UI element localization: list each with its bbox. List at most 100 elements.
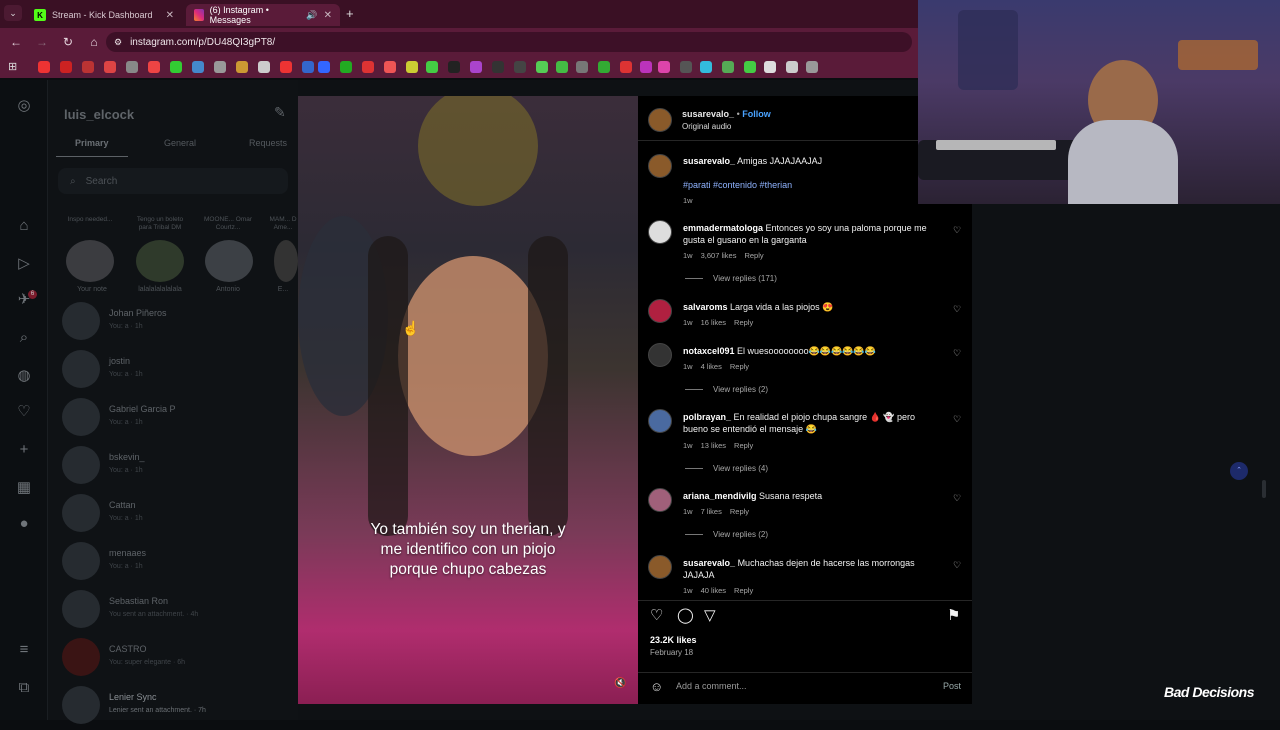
bookmark-icon[interactable] [104, 61, 116, 73]
bookmark-icon[interactable] [318, 61, 330, 73]
reply-button[interactable]: Reply [730, 362, 749, 371]
instagram-logo-icon[interactable]: ◎ [14, 96, 34, 116]
bookmark-icon[interactable] [340, 61, 352, 73]
view-replies-button[interactable]: View replies (4) [685, 464, 768, 473]
note-avatar[interactable] [136, 240, 184, 282]
bookmark-icon[interactable] [556, 61, 568, 73]
bookmark-icon[interactable] [384, 61, 396, 73]
note-avatar[interactable] [205, 240, 253, 282]
conversation-row[interactable]: Johan Piñeros You: a · 1h [62, 302, 292, 346]
home-icon[interactable]: ⌂ [84, 35, 104, 49]
heart-icon[interactable]: ♡ [953, 493, 961, 504]
close-icon[interactable]: ✕ [166, 10, 174, 21]
bookmark-icon[interactable] [514, 61, 526, 73]
conversation-row[interactable]: CASTRO You: super elegante · 6h [62, 638, 292, 682]
commenter-avatar[interactable] [648, 220, 672, 244]
comment-likes[interactable]: 13 likes [701, 441, 726, 450]
inbox-username[interactable]: luis_elcock [64, 107, 134, 122]
new-tab-button[interactable]: + [346, 6, 354, 21]
bookmark-icon[interactable] [620, 61, 632, 73]
bookmark-icon[interactable] [576, 61, 588, 73]
apps-grid-icon[interactable]: ⊞ [8, 60, 17, 73]
comment-input[interactable]: Add a comment... [676, 681, 747, 691]
bookmark-icon[interactable]: ⚑ [947, 606, 960, 624]
comment-likes[interactable]: 3,607 likes [701, 251, 737, 260]
view-replies-button[interactable]: View replies (2) [685, 385, 768, 394]
bookmark-icon[interactable] [302, 61, 314, 73]
bookmark-icon[interactable] [258, 61, 270, 73]
commenter-avatar[interactable] [648, 555, 672, 579]
bookmark-icon[interactable] [362, 61, 374, 73]
caption-author[interactable]: susarevalo_ [683, 156, 735, 166]
scrollbar[interactable] [1262, 480, 1266, 498]
bookmark-icon[interactable] [236, 61, 248, 73]
menu-icon[interactable]: ≡ [14, 640, 34, 660]
tab-instagram-messages[interactable]: (6) Instagram • Messages 🔊 ✕ [186, 4, 340, 26]
commenter-username[interactable]: susarevalo_ [683, 558, 735, 568]
apps-icon[interactable]: ⧉ [14, 678, 34, 698]
heart-icon[interactable]: ♡ [953, 348, 961, 359]
site-info-icon[interactable]: ⚙ [114, 37, 122, 48]
bookmark-icon[interactable] [806, 61, 818, 73]
bookmark-icon[interactable] [148, 61, 160, 73]
post-comment-button[interactable]: Post [943, 681, 961, 691]
conversation-row[interactable]: Gabriel Garcia P You: a · 1h [62, 398, 292, 442]
comment-likes[interactable]: 7 likes [701, 507, 722, 516]
commenter-username[interactable]: salvaroms [683, 302, 728, 312]
scroll-indicator-icon[interactable]: ⌃ [1230, 462, 1248, 480]
reply-button[interactable]: Reply [734, 318, 753, 327]
view-replies-button[interactable]: View replies (2) [685, 530, 768, 539]
heart-icon[interactable]: ♡ [14, 402, 34, 422]
bookmark-icon[interactable] [470, 61, 482, 73]
conversation-row[interactable]: Sebastian Ron You sent an attachment. · 4… [62, 590, 292, 634]
heart-icon[interactable]: ♡ [953, 304, 961, 315]
compose-icon[interactable]: ✎ [274, 104, 286, 121]
bookmark-icon[interactable] [786, 61, 798, 73]
address-bar[interactable]: ⚙ instagram.com/p/DU48QI3gPT8/ [106, 32, 912, 52]
reply-button[interactable]: Reply [734, 441, 753, 450]
bookmark-icon[interactable] [492, 61, 504, 73]
bookmark-icon[interactable] [280, 61, 292, 73]
view-replies-button[interactable]: View replies (171) [685, 274, 777, 283]
bookmark-icon[interactable] [426, 61, 438, 73]
bookmark-icon[interactable] [60, 61, 72, 73]
conversation-row[interactable]: menaaes You: a · 1h [62, 542, 292, 586]
forward-icon[interactable]: → [32, 35, 52, 49]
profile-avatar[interactable]: ● [14, 514, 34, 534]
comment-icon[interactable]: ◯ [677, 606, 694, 624]
tab-requests[interactable]: Requests [249, 138, 287, 148]
comment-likes[interactable]: 4 likes [701, 362, 722, 371]
bookmark-icon[interactable] [448, 61, 460, 73]
hashtags[interactable]: #parati #contenido #therian [683, 179, 933, 191]
like-heart-icon[interactable]: ♡ [650, 606, 663, 624]
comment-likes[interactable]: 40 likes [701, 586, 726, 595]
bookmark-icon[interactable] [126, 61, 138, 73]
bookmark-icon[interactable] [658, 61, 670, 73]
bookmark-icon[interactable] [744, 61, 756, 73]
bookmark-icon[interactable] [536, 61, 548, 73]
commenter-username[interactable]: ariana_mendivilg [683, 491, 757, 501]
commenter-avatar[interactable] [648, 488, 672, 512]
author-avatar[interactable] [648, 154, 672, 178]
commenter-avatar[interactable] [648, 409, 672, 433]
reel-video[interactable] [298, 96, 638, 704]
reply-button[interactable]: Reply [744, 251, 763, 260]
heart-icon[interactable]: ♡ [953, 414, 961, 425]
reload-icon[interactable]: ↻ [58, 35, 78, 49]
audio-label[interactable]: Original audio [682, 122, 731, 131]
speaker-icon[interactable]: 🔊 [306, 10, 317, 21]
share-icon[interactable]: ▽ [704, 606, 716, 624]
bookmark-icon[interactable] [700, 61, 712, 73]
author-username[interactable]: susarevalo_ [682, 109, 734, 119]
bookmark-icon[interactable] [82, 61, 94, 73]
search-input[interactable]: ⌕ Search [58, 168, 288, 194]
bookmark-icon[interactable] [192, 61, 204, 73]
comment-likes[interactable]: 16 likes [701, 318, 726, 327]
conversation-row[interactable]: bskevin_ You: a · 1h [62, 446, 292, 490]
conversation-row[interactable]: Cattan You: a · 1h [62, 494, 292, 538]
reply-button[interactable]: Reply [734, 586, 753, 595]
create-icon[interactable]: + [14, 440, 34, 460]
bookmark-icon[interactable] [38, 61, 50, 73]
reels-icon[interactable]: ▷ [14, 254, 34, 274]
conversation-row[interactable]: jostin You: a · 1h [62, 350, 292, 394]
